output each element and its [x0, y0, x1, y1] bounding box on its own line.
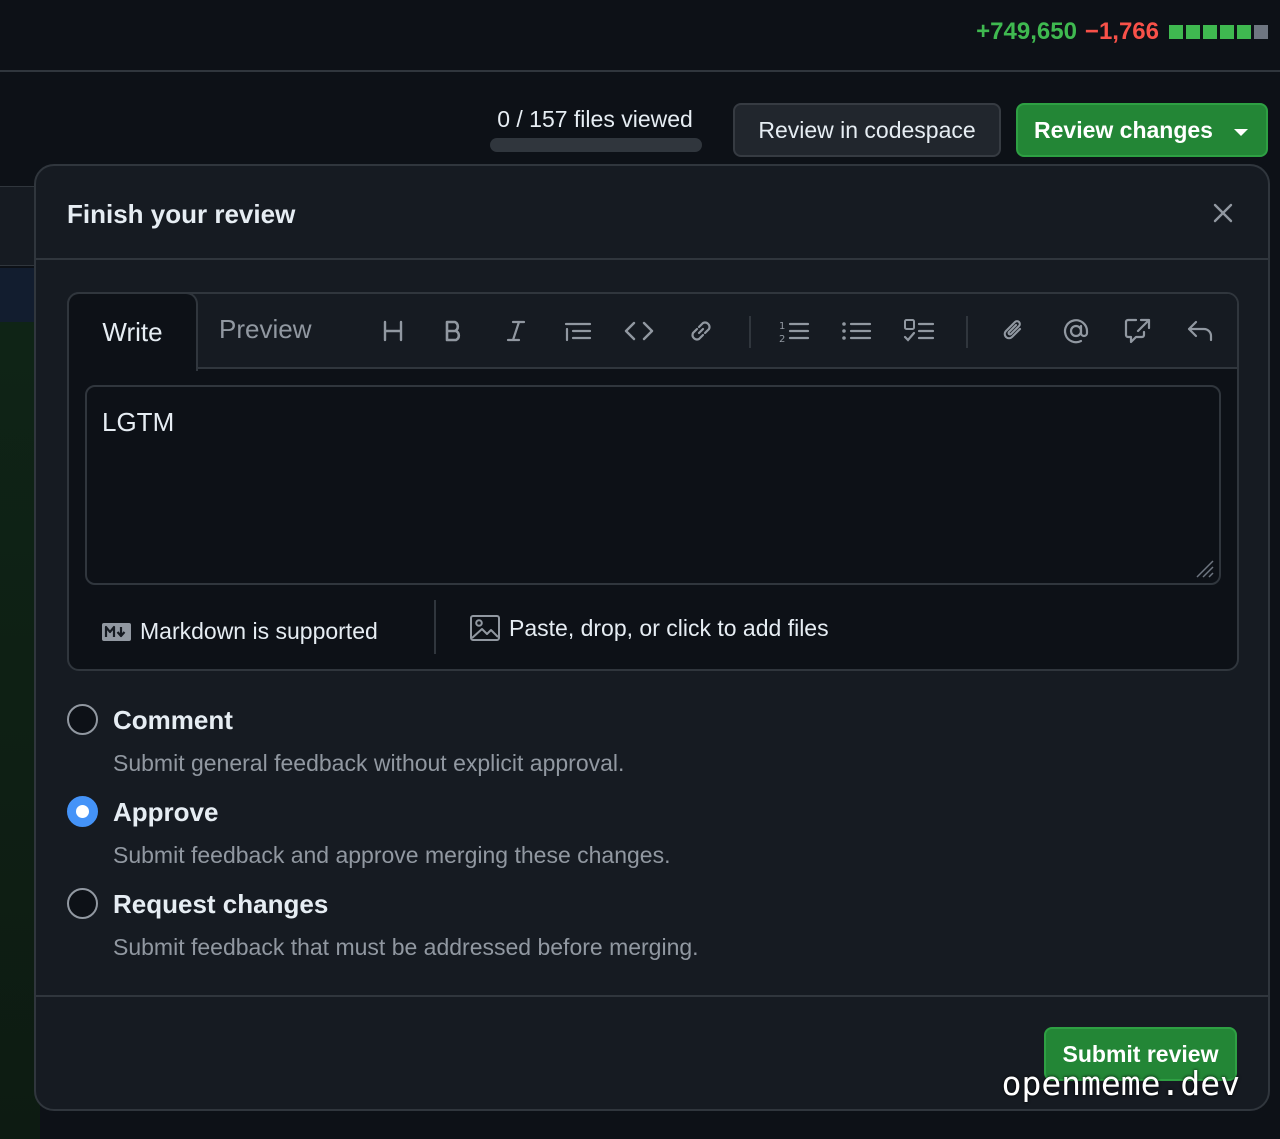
- svg-text:2: 2: [779, 334, 785, 345]
- diffstat-block: [1169, 25, 1183, 39]
- comment-editor: Write Preview 1 2 LGTM Markdown is suppo…: [67, 292, 1239, 671]
- editor-tabs: Write Preview 1 2: [67, 292, 1237, 371]
- unordered-list-icon[interactable]: [839, 314, 873, 348]
- option-request-changes[interactable]: Request changes Submit feedback that mus…: [67, 888, 1167, 980]
- request-changes-radio[interactable]: [67, 888, 98, 919]
- quote-icon[interactable]: [561, 314, 595, 348]
- tab-write[interactable]: Write: [67, 292, 198, 371]
- review-comment-textarea[interactable]: LGTM: [85, 385, 1221, 585]
- diffstat-block: [1254, 25, 1268, 39]
- diffstat: +749,650 −1,766: [976, 18, 1268, 46]
- review-type-options: Comment Submit general feedback without …: [67, 704, 1167, 980]
- mention-icon[interactable]: [1059, 314, 1093, 348]
- option-title: Approve: [113, 797, 219, 827]
- dialog-title: Finish your review: [67, 199, 296, 229]
- files-viewed-progress: [490, 138, 702, 152]
- caret-down-icon: [1234, 129, 1248, 136]
- tab-preview[interactable]: Preview: [219, 314, 311, 345]
- toolbar-divider: [966, 316, 968, 348]
- svg-text:1: 1: [779, 321, 785, 332]
- markdown-supported-label: Markdown is supported: [140, 618, 378, 644]
- option-description: Submit feedback that must be addressed b…: [113, 934, 699, 960]
- italic-icon[interactable]: [499, 314, 533, 348]
- image-icon: [470, 615, 500, 641]
- ordered-list-icon[interactable]: 12: [777, 314, 811, 348]
- add-files-button[interactable]: Paste, drop, or click to add files: [469, 613, 829, 643]
- diffstat-deletions: −1,766: [1084, 18, 1159, 45]
- reply-icon[interactable]: [1183, 314, 1217, 348]
- heading-icon[interactable]: [376, 314, 410, 348]
- editor-footer: Markdown is supported Paste, drop, or cl…: [69, 594, 1237, 671]
- diffstat-block: [1237, 25, 1251, 39]
- review-in-codespace-button[interactable]: Review in codespace: [733, 103, 1001, 157]
- cross-reference-icon[interactable]: [1121, 314, 1155, 348]
- finish-review-dialog: Finish your review Write Preview 1 2 LGT…: [34, 164, 1270, 1111]
- add-files-label: Paste, drop, or click to add files: [509, 614, 829, 641]
- diffstat-block: [1220, 25, 1234, 39]
- diffstat-block: [1203, 25, 1217, 39]
- review-comment-text: LGTM: [102, 407, 175, 437]
- code-icon[interactable]: [622, 314, 656, 348]
- option-title: Request changes: [113, 889, 329, 919]
- comment-radio[interactable]: [67, 704, 98, 735]
- watermark: openmeme.dev: [1001, 1064, 1240, 1103]
- close-icon[interactable]: [1208, 198, 1238, 228]
- task-list-icon[interactable]: [902, 314, 936, 348]
- diffstat-additions: +749,650: [976, 18, 1077, 45]
- option-approve[interactable]: Approve Submit feedback and approve merg…: [67, 796, 1167, 888]
- option-description: Submit feedback and approve merging thes…: [113, 842, 671, 868]
- markdown-supported-link[interactable]: Markdown is supported: [101, 618, 378, 645]
- diffstat-block: [1186, 25, 1200, 39]
- resize-handle-icon[interactable]: [1193, 557, 1215, 579]
- option-comment[interactable]: Comment Submit general feedback without …: [67, 704, 1167, 796]
- option-description: Submit general feedback without explicit…: [113, 750, 625, 776]
- footer-divider: [434, 600, 436, 654]
- option-title: Comment: [113, 705, 233, 735]
- top-bar: +749,650 −1,766: [0, 0, 1280, 72]
- toolbar-divider: [749, 316, 751, 348]
- review-changes-label: Review changes: [1034, 116, 1213, 143]
- attach-icon[interactable]: [997, 314, 1031, 348]
- bold-icon[interactable]: [437, 314, 471, 348]
- approve-radio[interactable]: [67, 796, 98, 827]
- link-icon[interactable]: [684, 314, 718, 348]
- review-changes-button[interactable]: Review changes: [1016, 103, 1268, 157]
- page: +749,650 −1,766 0 / 157 files viewed Rev…: [0, 0, 1280, 1139]
- diffstat-blocks: [1169, 25, 1268, 39]
- dialog-header: Finish your review: [36, 166, 1268, 260]
- files-viewed-label: 0 / 157 files viewed: [497, 106, 693, 132]
- markdown-icon: [102, 622, 131, 641]
